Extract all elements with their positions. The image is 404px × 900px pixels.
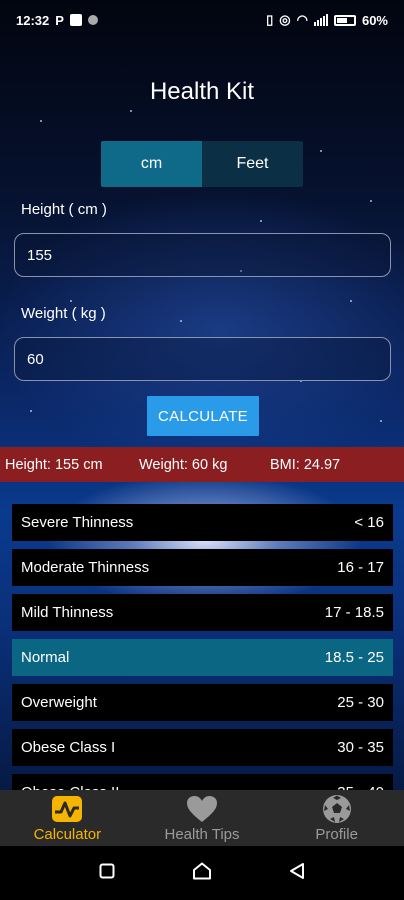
category-range: 30 - 35 [337,739,384,756]
bmi-row-normal: Normal 18.5 - 25 [12,639,393,676]
battery-icon [333,14,356,26]
height-input[interactable]: 155 [14,233,391,277]
category-name: Moderate Thinness [21,559,150,576]
app-title: Health Kit [149,78,255,105]
bmi-row-obese-class-1: Obese Class I 30 - 35 [12,729,393,766]
category-range: 17 - 18.5 [324,604,384,621]
heart-icon [186,794,218,824]
nav-profile-label: Profile [315,825,358,843]
bmi-row-mild-thinness: Mild Thinness 17 - 18.5 [12,594,393,631]
result-height: Height: 155 cm [5,456,103,473]
weight-input[interactable]: 60 [14,337,391,381]
status-bar: 12:32 P ▯ ◎ ◠ 60% [0,0,404,40]
weight-label: Weight ( kg ) [21,305,106,322]
parking-icon: P [55,12,64,28]
category-name: Mild Thinness [21,604,114,621]
notification-dot-icon [87,15,98,25]
nav-calculator-label: Calculator [33,825,102,843]
category-name: Obese Class I [21,739,116,756]
nav-health-tips-label: Health Tips [164,825,240,843]
nav-profile[interactable]: Profile [269,790,404,846]
wifi-icon: ◠ [296,12,308,27]
category-range: 25 - 30 [337,694,384,711]
category-name: Severe Thinness [21,514,134,531]
alarm-icon: ◎ [279,12,291,27]
calculate-button[interactable]: CALCULATE [147,396,259,436]
bottom-navigation: Calculator Health Tips Profile [0,790,404,846]
nav-health-tips[interactable]: Health Tips [135,790,270,846]
result-weight: Weight: 60 kg [139,456,228,473]
result-bmi: BMI: 24.97 [270,456,341,473]
category-range: 16 - 17 [337,559,384,576]
home-icon[interactable] [192,862,212,885]
facebook-icon [69,14,82,26]
battery-percent: 60% [361,12,388,28]
vibrate-icon: ▯ [266,12,274,27]
nav-calculator[interactable]: Calculator [0,790,135,846]
category-range: 18.5 - 25 [324,649,384,666]
signal-icon [313,14,328,26]
unit-toggle: cm Feet [101,141,303,187]
bmi-row-moderate-thinness: Moderate Thinness 16 - 17 [12,549,393,586]
height-value: 155 [27,246,53,264]
result-bar: Height: 155 cm Weight: 60 kg BMI: 24.97 [0,447,404,482]
back-icon[interactable] [289,862,305,885]
category-range: < 16 [354,514,384,531]
recent-apps-icon[interactable] [99,863,115,884]
weight-value: 60 [27,350,44,368]
soccer-ball-icon [322,794,352,824]
bmi-category-list: Severe Thinness < 16 Moderate Thinness 1… [12,504,393,819]
bmi-row-overweight: Overweight 25 - 30 [12,684,393,721]
status-time: 12:32 [16,12,50,28]
chart-line-icon [51,794,83,824]
system-navigation-bar [0,846,404,900]
unit-option-cm[interactable]: cm [101,141,202,187]
category-name: Normal [21,649,70,666]
height-label: Height ( cm ) [21,201,107,218]
unit-option-feet[interactable]: Feet [202,141,303,187]
bmi-row-severe-thinness: Severe Thinness < 16 [12,504,393,541]
category-name: Overweight [21,694,97,711]
